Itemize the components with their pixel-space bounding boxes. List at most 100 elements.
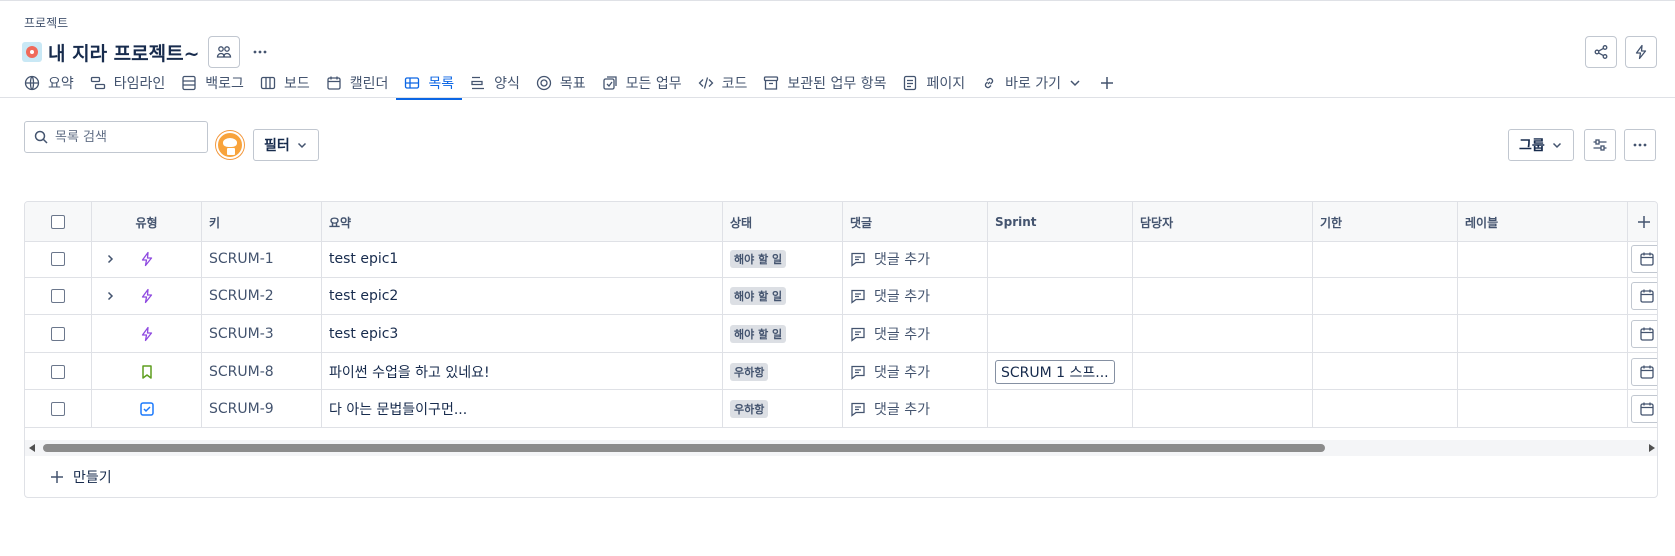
assignee-cell[interactable] [1133, 352, 1313, 391]
issue-key[interactable]: SCRUM-2 [209, 288, 274, 304]
group-button[interactable]: 그룹 [1508, 129, 1574, 161]
sprint-cell[interactable] [988, 315, 1133, 353]
table-row[interactable]: SCRUM-3 test epic3 해야 할 일 댓글 추가 [25, 315, 1657, 353]
chevron-down-icon[interactable] [1067, 75, 1083, 91]
tab-form[interactable]: 양식 [462, 70, 528, 96]
sprint-cell[interactable] [988, 240, 1133, 278]
due-date-cell[interactable] [1313, 352, 1458, 391]
issue-summary[interactable]: test epic3 [329, 326, 398, 342]
key-cell[interactable]: SCRUM-9 [202, 390, 322, 428]
summary-cell[interactable]: test epic3 [322, 315, 723, 353]
tab-goal[interactable]: 목표 [528, 70, 594, 96]
add-tab-button[interactable] [1091, 70, 1123, 96]
comment-cell[interactable]: 댓글 추가 [843, 277, 988, 316]
assignee-cell[interactable] [1133, 240, 1313, 278]
table-row[interactable]: SCRUM-2 test epic2 해야 할 일 댓글 추가 [25, 277, 1657, 316]
issue-key[interactable]: SCRUM-9 [209, 401, 274, 417]
create-issue-button[interactable]: 만들기 [25, 456, 1657, 497]
comment-cell[interactable]: 댓글 추가 [843, 390, 988, 428]
date-picker-button[interactable] [1631, 282, 1657, 311]
comment-cell[interactable]: 댓글 추가 [843, 315, 988, 353]
scroll-right-arrow[interactable] [1649, 444, 1655, 452]
breadcrumb[interactable]: 프로젝트 [24, 14, 68, 31]
due-date-cell[interactable] [1313, 315, 1458, 353]
column-header-key[interactable]: 키 [202, 202, 322, 242]
scroll-thumb[interactable] [43, 444, 1325, 452]
key-cell[interactable]: SCRUM-3 [202, 315, 322, 353]
row-checkbox[interactable] [51, 402, 65, 417]
due-date-cell[interactable] [1313, 240, 1458, 278]
chevron-right-icon[interactable] [104, 290, 116, 302]
comment-cell[interactable]: 댓글 추가 [843, 240, 988, 278]
sprint-chip[interactable]: SCRUM 1 스프... [995, 359, 1115, 384]
row-checkbox[interactable] [51, 326, 65, 341]
status-cell[interactable]: 해야 할 일 [723, 240, 843, 278]
sprint-cell[interactable] [988, 390, 1133, 428]
search-input[interactable] [55, 129, 195, 145]
labels-cell[interactable] [1458, 390, 1628, 428]
key-cell[interactable]: SCRUM-8 [202, 352, 322, 391]
chevron-right-icon[interactable] [104, 253, 116, 265]
status-badge[interactable]: 우하항 [730, 400, 769, 419]
labels-cell[interactable] [1458, 315, 1628, 353]
tab-pages[interactable]: 페이지 [894, 70, 973, 96]
status-cell[interactable]: 해야 할 일 [723, 315, 843, 353]
table-row[interactable]: SCRUM-1 test epic1 해야 할 일 댓글 추가 [25, 240, 1657, 278]
add-comment-button[interactable]: 댓글 추가 [850, 249, 930, 269]
key-cell[interactable]: SCRUM-1 [202, 240, 322, 278]
summary-cell[interactable]: 파이썬 수업을 하고 있네요! [322, 352, 723, 391]
column-header-type[interactable]: 유형 [92, 202, 202, 242]
summary-cell[interactable]: test epic1 [322, 240, 723, 278]
row-checkbox[interactable] [51, 289, 65, 304]
tab-all-work[interactable]: 모든 업무 [594, 70, 690, 96]
tab-board[interactable]: 보드 [252, 70, 318, 96]
status-badge[interactable]: 해야 할 일 [730, 287, 787, 306]
column-header-summary[interactable]: 요약 [322, 202, 723, 242]
add-column-button[interactable] [1628, 202, 1657, 242]
date-picker-button[interactable] [1631, 357, 1657, 386]
tab-timeline[interactable]: 타임라인 [82, 70, 174, 96]
tab-code[interactable]: 코드 [690, 70, 756, 96]
column-header-status[interactable]: 상태 [723, 202, 843, 242]
column-header-comments[interactable]: 댓글 [843, 202, 988, 242]
select-all-checkbox[interactable] [51, 215, 65, 229]
tab-summary[interactable]: 요약 [16, 70, 82, 96]
more-actions-button[interactable] [244, 36, 276, 68]
user-avatar[interactable] [216, 131, 244, 159]
team-button[interactable] [207, 36, 240, 68]
date-picker-button[interactable] [1631, 319, 1657, 348]
due-date-cell[interactable] [1313, 277, 1458, 316]
status-cell[interactable]: 우하항 [723, 352, 843, 391]
sprint-cell[interactable] [988, 277, 1133, 316]
labels-cell[interactable] [1458, 240, 1628, 278]
assignee-cell[interactable] [1133, 390, 1313, 428]
status-badge[interactable]: 해야 할 일 [730, 324, 787, 343]
status-badge[interactable]: 해야 할 일 [730, 249, 787, 268]
column-header-labels[interactable]: 레이블 [1458, 202, 1628, 242]
scroll-left-arrow[interactable] [29, 444, 35, 452]
row-checkbox[interactable] [51, 251, 65, 266]
status-cell[interactable]: 우하항 [723, 390, 843, 428]
issue-summary[interactable]: 파이썬 수업을 하고 있네요! [329, 362, 490, 382]
date-picker-button[interactable] [1631, 244, 1657, 273]
due-date-cell[interactable] [1313, 390, 1458, 428]
summary-cell[interactable]: test epic2 [322, 277, 723, 316]
add-comment-button[interactable]: 댓글 추가 [850, 399, 930, 419]
row-checkbox[interactable] [51, 364, 65, 379]
view-settings-button[interactable] [1584, 129, 1616, 161]
tab-backlog[interactable]: 백로그 [173, 70, 252, 96]
tab-archived[interactable]: 보관된 업무 항목 [755, 70, 894, 96]
column-header-due-date[interactable]: 기한 [1313, 202, 1458, 242]
issue-key[interactable]: SCRUM-3 [209, 326, 274, 342]
column-header-sprint[interactable]: Sprint [988, 202, 1133, 242]
automation-button[interactable] [1625, 36, 1657, 68]
horizontal-scrollbar[interactable] [25, 440, 1657, 456]
add-comment-button[interactable]: 댓글 추가 [850, 362, 930, 382]
issue-summary[interactable]: 다 아는 문법들이구먼... [329, 399, 467, 419]
status-badge[interactable]: 우하항 [730, 362, 769, 381]
status-cell[interactable]: 해야 할 일 [723, 277, 843, 316]
issue-key[interactable]: SCRUM-8 [209, 364, 274, 380]
summary-cell[interactable]: 다 아는 문법들이구먼... [322, 390, 723, 428]
column-header-assignee[interactable]: 담당자 [1133, 202, 1313, 242]
tab-list[interactable]: 목록 [396, 70, 462, 100]
